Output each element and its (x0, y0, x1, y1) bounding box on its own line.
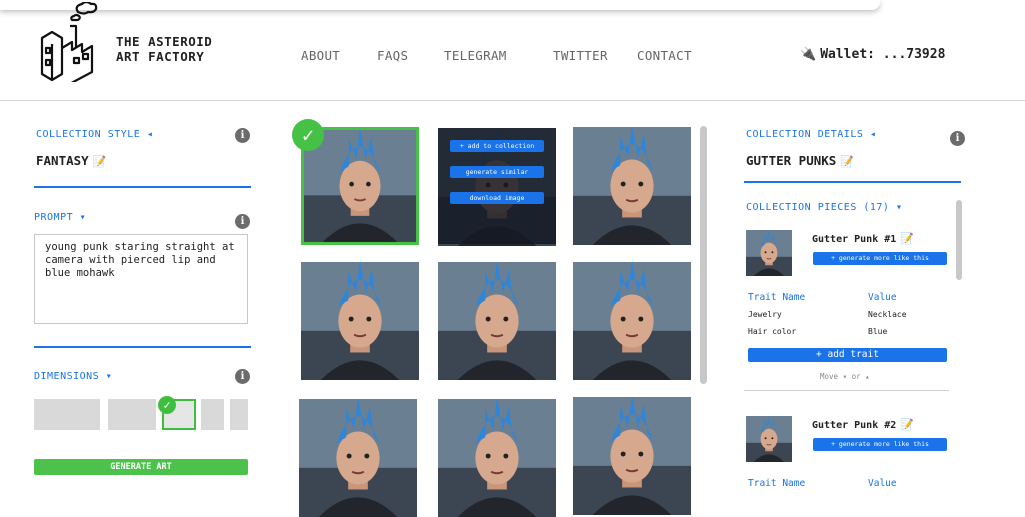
collection-style-value: FANTASY 📝 (36, 153, 106, 168)
pieces-scrollbar[interactable] (956, 200, 962, 280)
section-divider (744, 181, 961, 183)
dimensions-toggle[interactable]: DIMENSIONS ▾ (34, 371, 112, 382)
punk-portrait (573, 262, 691, 380)
site-header: THE ASTEROID ART FACTORY ABOUT FAQS TELE… (0, 0, 1025, 101)
trait-value: Blue (868, 327, 888, 336)
generate-more-button[interactable]: + generate more like this (813, 252, 947, 265)
piece-title: Gutter Punk #2 📝 (812, 418, 914, 431)
pencil-icon[interactable]: 📝 (840, 155, 854, 168)
generated-image[interactable] (299, 399, 417, 517)
trait-name-header: Trait Name (748, 478, 806, 489)
piece-thumbnail[interactable] (746, 230, 792, 276)
info-icon[interactable]: i (235, 214, 250, 229)
grid-scrollbar[interactable] (700, 126, 707, 384)
prompt-textarea[interactable]: young punk staring straight at camera wi… (34, 234, 248, 324)
nav-twitter[interactable]: TWITTER (553, 48, 608, 63)
check-icon: ✓ (158, 396, 176, 414)
punk-portrait (438, 399, 556, 517)
generated-image[interactable] (301, 262, 419, 380)
brand-line-2: ART FACTORY (116, 49, 205, 64)
dimension-option-landscape[interactable] (108, 399, 156, 430)
wallet-label: Wallet: ...73928 (820, 47, 946, 62)
trait-name: Jewelry (748, 310, 782, 319)
image-action-overlay: + add to collection generate similar dow… (438, 128, 556, 244)
piece-name: Gutter Punk #1 (812, 234, 897, 245)
info-icon[interactable]: i (950, 131, 965, 146)
generated-image[interactable] (573, 397, 691, 515)
add-to-collection-button[interactable]: + add to collection (450, 140, 544, 152)
trait-name: Hair color (748, 327, 797, 336)
pencil-icon[interactable]: 📝 (93, 155, 107, 168)
punk-portrait (304, 130, 416, 242)
pencil-icon[interactable]: 📝 (900, 418, 914, 431)
section-divider (34, 346, 251, 348)
piece-title: Gutter Punk #1 📝 (812, 232, 914, 245)
trait-value-header: Value (868, 478, 897, 489)
collection-style-toggle[interactable]: COLLECTION STYLE ◂ (36, 129, 153, 140)
section-divider (34, 186, 251, 188)
punk-portrait (438, 262, 556, 380)
dimension-option-portrait[interactable] (201, 399, 224, 430)
plug-icon: 🔌 (800, 47, 817, 62)
dimension-option-tall[interactable] (230, 399, 248, 430)
piece-thumbnail[interactable] (746, 416, 792, 462)
punk-portrait (573, 127, 691, 245)
generate-more-button[interactable]: + generate more like this (813, 438, 947, 451)
check-icon: ✓ (292, 119, 324, 151)
piece-divider (744, 390, 949, 391)
add-trait-button[interactable]: + add trait (748, 348, 947, 362)
generate-art-button[interactable]: GENERATE ART (34, 459, 248, 475)
nav-faqs[interactable]: FAQS (377, 48, 408, 63)
factory-icon[interactable] (38, 2, 108, 82)
punk-portrait (573, 397, 691, 515)
collection-style-label: FANTASY (36, 153, 89, 168)
punk-portrait (299, 399, 417, 517)
brand-line-1: THE ASTEROID (116, 34, 213, 49)
brand-name[interactable]: THE ASTEROID ART FACTORY (116, 34, 212, 64)
punk-portrait (746, 416, 792, 462)
trait-value-header: Value (868, 292, 897, 303)
piece-name: Gutter Punk #2 (812, 420, 897, 431)
punk-portrait (301, 262, 419, 380)
collection-name: GUTTER PUNKS 📝 (746, 153, 854, 168)
collection-name-label: GUTTER PUNKS (746, 153, 837, 168)
collection-pieces-toggle[interactable]: COLLECTION PIECES (17) ▾ (746, 202, 903, 213)
prompt-toggle[interactable]: PROMPT ▾ (34, 212, 86, 223)
generate-similar-button[interactable]: generate similar (450, 166, 544, 178)
download-image-button[interactable]: download image (450, 192, 544, 204)
info-icon[interactable]: i (235, 128, 250, 143)
info-icon[interactable]: i (235, 369, 250, 384)
punk-portrait (746, 230, 792, 276)
generated-image[interactable] (438, 262, 556, 380)
nav-contact[interactable]: CONTACT (637, 48, 692, 63)
dimension-option-wide[interactable] (34, 399, 100, 430)
generated-image[interactable] (438, 399, 556, 517)
collection-details-toggle[interactable]: COLLECTION DETAILS ◂ (746, 129, 876, 140)
move-control[interactable]: Move ▾ or ▴ (820, 372, 870, 381)
wallet-button[interactable]: 🔌 Wallet: ...73928 (800, 47, 945, 62)
pencil-icon[interactable]: 📝 (900, 232, 914, 245)
trait-name-header: Trait Name (748, 292, 806, 303)
trait-value: Necklace (868, 310, 907, 319)
generated-image[interactable] (573, 262, 691, 380)
nav-telegram[interactable]: TELEGRAM (444, 48, 507, 63)
generated-image[interactable] (573, 127, 691, 245)
nav-about[interactable]: ABOUT (301, 48, 340, 63)
